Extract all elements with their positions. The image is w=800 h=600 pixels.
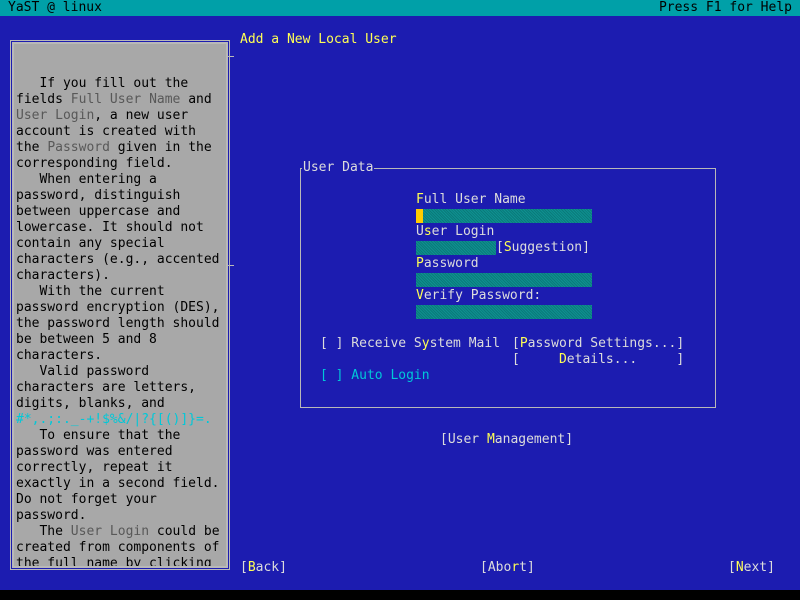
- help-line: password encryption (DES),: [16, 300, 220, 315]
- help-line: password.: [16, 508, 87, 523]
- auto-login-checkbox[interactable]: [ ] Auto Login: [320, 368, 430, 384]
- help-line: lowercase. It should not: [16, 220, 204, 235]
- help-line: User Login, a new user: [16, 108, 189, 123]
- help-line: corresponding field.: [16, 156, 173, 171]
- verify-password-input[interactable]: [416, 305, 592, 319]
- verify-password-label: Verify Password:: [416, 288, 542, 303]
- help-line: characters).: [16, 268, 110, 283]
- help-line: characters are letters,: [16, 380, 197, 395]
- help-line: between uppercase and: [16, 204, 181, 219]
- back-button[interactable]: [Back]: [240, 560, 287, 576]
- dialog-title: Add a New Local User: [240, 32, 397, 47]
- help-panel[interactable]: If you fill out the fields Full User Name…: [11, 41, 229, 569]
- help-line: created from components of: [16, 540, 220, 555]
- bottom-strip: [0, 590, 800, 600]
- help-line: digits, blanks, and: [16, 396, 165, 411]
- app-title: YaST @ linux: [8, 0, 102, 15]
- password-settings-button[interactable]: [Password Settings...]: [512, 336, 684, 352]
- user-login-input[interactable]: [416, 241, 496, 255]
- help-text: If you fill out the fields Full User Name…: [14, 76, 226, 568]
- help-line: To ensure that the: [16, 428, 181, 443]
- text-cursor: [416, 209, 423, 223]
- help-line: password was entered: [16, 444, 173, 459]
- help-scrollbar[interactable]: [227, 56, 234, 266]
- receive-system-mail-checkbox[interactable]: [ ] Receive System Mail: [320, 336, 500, 352]
- next-button[interactable]: [Next]: [728, 560, 775, 576]
- help-line: contain any special: [16, 236, 165, 251]
- help-line: the Password given in the: [16, 140, 212, 155]
- help-line: Valid password: [16, 364, 150, 379]
- details-button[interactable]: [ Details... ]: [512, 352, 684, 368]
- user-login-label: User Login: [416, 224, 495, 239]
- help-line: Do not forget your: [16, 492, 157, 507]
- full-name-input[interactable]: [416, 209, 592, 223]
- help-line: If you fill out the: [16, 76, 189, 91]
- help-line: characters (e.g., accented: [16, 252, 220, 267]
- suggestion-button[interactable]: [Suggestion]: [496, 240, 590, 256]
- help-line: the full name by clicking: [16, 556, 212, 568]
- help-line: be between 5 and 8: [16, 332, 157, 347]
- help-line: fields Full User Name and: [16, 92, 212, 107]
- password-label: Password: [416, 256, 479, 271]
- full-name-label: Full User Name: [416, 192, 526, 207]
- title-bar: YaST @ linux Press F1 for Help: [0, 0, 800, 16]
- help-line: account is created with: [16, 124, 197, 139]
- user-management-button[interactable]: [User Management]: [440, 432, 573, 448]
- help-line: the password length should: [16, 316, 220, 331]
- help-line: The User Login could be: [16, 524, 220, 539]
- help-line: characters.: [16, 348, 103, 363]
- help-line: With the current: [16, 284, 165, 299]
- help-hint: Press F1 for Help: [658, 0, 792, 15]
- password-input[interactable]: [416, 273, 592, 287]
- abort-button[interactable]: [Abort]: [480, 560, 535, 576]
- help-line: password, distinguish: [16, 188, 181, 203]
- user-data-frame-label: User Data: [302, 160, 375, 176]
- help-line: exactly in a second field.: [16, 476, 220, 491]
- help-line: correctly, repeat it: [16, 460, 173, 475]
- help-line: When entering a: [16, 172, 157, 187]
- help-line: #*,.;:._-+!$%&/|?{[()]}=.: [16, 412, 212, 427]
